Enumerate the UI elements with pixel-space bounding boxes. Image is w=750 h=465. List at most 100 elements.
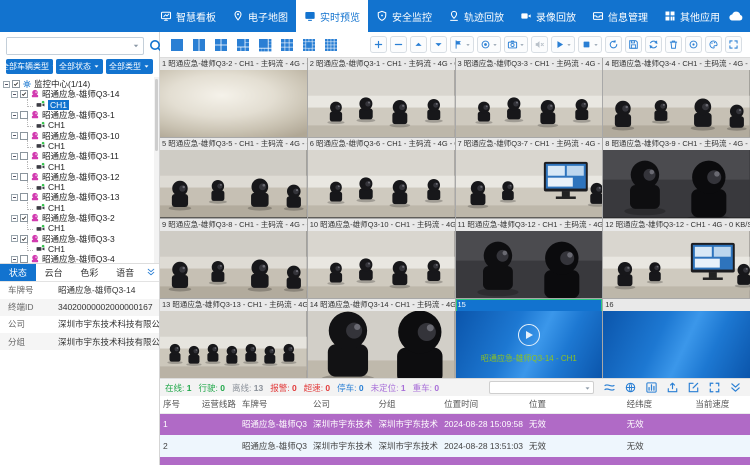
save-button[interactable] [625,36,642,53]
nav-tab-e-map[interactable]: 电子地图 [224,0,296,32]
video-cell-6[interactable]: 6 昭通应急-雄师Q3-6 - CH1 - 主码流 - 4G - 0 K... [308,138,455,217]
tree-device-item[interactable]: 昭通应急-雄师Q3-10 [3,130,153,140]
tree-root-monitor-center[interactable]: 监控中心(1/14) [3,79,153,89]
layout-16-button[interactable] [322,36,339,53]
layout-4-button[interactable] [212,36,229,53]
video-cell-14[interactable]: 14 昭通应急-雄师Q3-14 - CH1 - 主码流 - 4G - 3... [308,299,455,378]
sidebar-tab-status[interactable]: 状态 [0,264,36,281]
layout-13-button[interactable] [300,36,317,53]
nav-tab-smart-board[interactable]: 智慧看板 [152,0,224,32]
search-input[interactable] [7,38,132,54]
tree-checkbox[interactable] [20,235,28,243]
sidebar-collapse-button[interactable] [143,264,159,281]
expander-icon[interactable] [11,215,18,222]
tree-channel-item[interactable]: CH1 [3,100,153,110]
filter-type-select[interactable]: 全部类型 [106,59,153,74]
tree-channel-item[interactable]: CH1 [3,161,153,171]
tree-channel-item[interactable]: CH1 [3,120,153,130]
table-row-1[interactable]: 1昭通应急-雄师Q3深圳市宇东技术深圳市宇东技术2024-08-28 15:09… [160,413,750,435]
nav-tab-other-apps[interactable]: 其他应用 [656,0,728,32]
tree-checkbox[interactable] [20,255,28,262]
layout-9-button[interactable] [278,36,295,53]
tree-checkbox[interactable] [20,152,28,160]
video-cell-3[interactable]: 3 昭通应急-雄师Q3-3 - CH1 - 主码流 - 4G - 0 K... [456,58,603,137]
dropdown-caret-icon[interactable] [465,42,471,48]
dropdown-caret-icon[interactable] [593,42,599,48]
video-cell-13[interactable]: 13 昭通应急-雄师Q3-13 - CH1 - 主码流 - 4G - 0 ... [160,299,307,378]
tree-device-item[interactable]: 昭通应急-雄师Q3-13 [3,192,153,202]
chart-button[interactable] [645,381,658,394]
video-cell-2[interactable]: 2 昭通应急-雄师Q3-1 - CH1 - 主码流 - 4G - 0 K... [308,58,455,137]
collapse-button[interactable] [729,381,742,394]
tree-channel-item[interactable]: CH1 [3,244,153,254]
table-row-3[interactable]: 3 [160,457,750,465]
sidebar-tab-voice[interactable]: 语音 [107,264,143,281]
expander-icon[interactable] [11,173,18,180]
filter-vehicle-type-select[interactable]: 全部车辆类型 [6,59,53,74]
sidebar-tab-ptz[interactable]: 云台 [36,264,72,281]
play-overlay-icon[interactable] [518,324,540,346]
stop-button[interactable] [578,36,602,53]
tree-device-item[interactable]: 昭通应急-雄师Q3-11 [3,151,153,161]
tree-channel-item[interactable]: CH1 [3,141,153,151]
tree-channel-item[interactable]: CH1 [3,223,153,233]
video-cell-9[interactable]: 9 昭通应急-雄师Q3-8 - CH1 - 主码流 - 4G - 0 K... [160,219,307,298]
dropdown-caret-icon[interactable] [519,42,525,48]
remove-button[interactable] [390,36,407,53]
snapshot-button[interactable] [450,36,474,53]
video-cell-1[interactable]: 1 昭通应急-雄师Q3-2 - CH1 - 主码流 - 4G - 0 K... [160,58,307,137]
edit-button[interactable] [687,381,700,394]
nav-tab-live-preview[interactable]: 实时预览 [296,0,368,32]
expander-icon[interactable] [11,91,18,98]
refresh-button[interactable] [605,36,622,53]
tree-checkbox[interactable] [20,111,28,119]
tree-device-item[interactable]: 昭通应急-雄师Q3-3 [3,233,153,243]
play-button[interactable] [551,36,575,53]
mute-button[interactable] [531,36,548,53]
add-button[interactable] [370,36,387,53]
cloud-button[interactable] [728,0,750,32]
expander-icon[interactable] [11,256,18,263]
tree-channel-item[interactable]: CH1 [3,182,153,192]
search-dropdown-caret-icon[interactable] [132,42,143,50]
traffic-button[interactable] [603,381,616,394]
page-down-button[interactable] [430,36,447,53]
tree-scrollbar[interactable] [154,77,159,263]
tree-checkbox[interactable] [20,193,28,201]
table-row-2[interactable]: 2昭通应急-雄师Q3深圳市宇东技术深圳市宇东技术2024-08-28 13:51… [160,435,750,457]
layout-8-button[interactable] [256,36,273,53]
nav-tab-video-playback[interactable]: 录像回放 [512,0,584,32]
video-cell-16[interactable]: 16 [603,299,750,378]
video-cell-10[interactable]: 10 昭通应急-雄师Q3-10 - CH1 - 主码流 - 4G - 0 ... [308,219,455,298]
sync-button[interactable] [645,36,662,53]
tree-device-item[interactable]: 昭通应急-雄师Q3-2 [3,213,153,223]
page-up-button[interactable] [410,36,427,53]
record-button[interactable] [477,36,501,53]
video-cell-8[interactable]: 8 昭通应急-雄师Q3-9 - CH1 - 主码流 - 4G - 0 KB... [603,138,750,217]
clear-button[interactable] [665,36,682,53]
tree-device-item[interactable]: 昭通应急-雄师Q3-12 [3,172,153,182]
tree-checkbox[interactable] [20,90,28,98]
layout-6-button[interactable] [234,36,251,53]
layout-2-button[interactable] [190,36,207,53]
nav-tab-safety-monitor[interactable]: 安全监控 [368,0,440,32]
dropdown-caret-icon[interactable] [492,42,498,48]
focus-button[interactable] [685,36,702,53]
expander-icon[interactable] [11,235,18,242]
filter-status-select[interactable]: 全部状态 [56,59,103,74]
dropdown-caret-icon[interactable] [566,42,572,48]
tree-checkbox[interactable] [20,132,28,140]
expander-icon[interactable] [11,194,18,201]
export-button[interactable] [666,381,679,394]
layout-1-button[interactable] [168,36,185,53]
tree-checkbox[interactable] [12,80,20,88]
nav-tab-info-management[interactable]: 信息管理 [584,0,656,32]
video-cell-11[interactable]: 11 昭通应急-雄师Q3-12 - CH1 - 主码流 - 4G - 0 ... [456,219,603,298]
tree-device-item[interactable]: 昭通应急-雄师Q3-4 [3,254,153,262]
table-fullscreen-button[interactable] [708,381,721,394]
sidebar-tab-color[interactable]: 色彩 [72,264,108,281]
web-button[interactable] [624,381,637,394]
tree-checkbox[interactable] [20,173,28,181]
video-cell-4[interactable]: 4 昭通应急-雄师Q3-4 - CH1 - 主码流 - 4G - 0 KB... [603,58,750,137]
video-cell-7[interactable]: 7 昭通应急-雄师Q3-7 - CH1 - 主码流 - 4G - 0 K... [456,138,603,217]
